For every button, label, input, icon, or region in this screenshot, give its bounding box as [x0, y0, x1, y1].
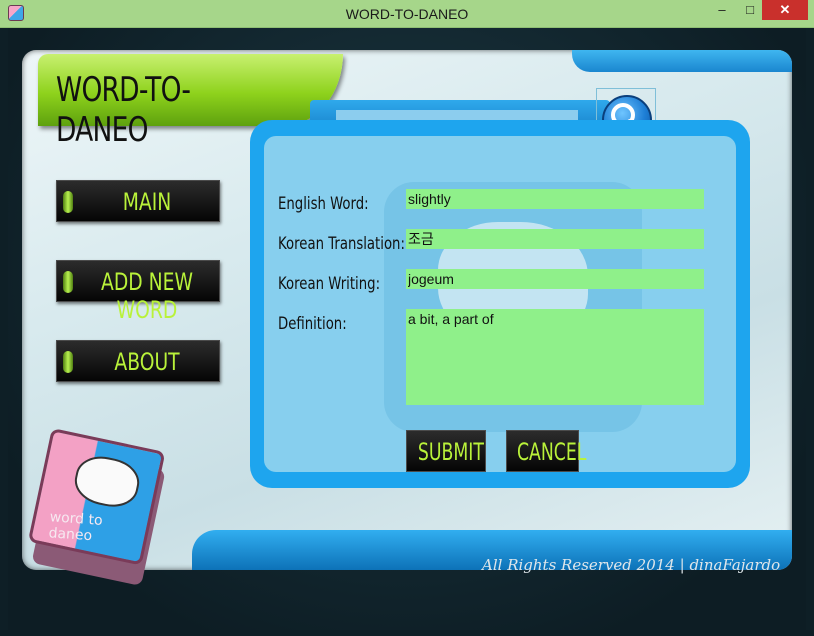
footer-copyright: All Rights Reserved 2014 | dinaFajardo — [482, 556, 781, 574]
submit-button[interactable]: SUBMIT — [406, 430, 486, 472]
korean-writing-field[interactable] — [406, 269, 704, 289]
logo-banner: WORD-TO-DANEO — [38, 54, 343, 150]
logo-text: WORD-TO-DANEO — [56, 70, 191, 150]
nav-about-button[interactable]: ABOUT — [56, 340, 220, 382]
korean-translation-label: Korean Translation: — [278, 234, 405, 254]
led-indicator — [63, 351, 73, 373]
window-titlebar: WORD-TO-DANEO – □ ✕ — [0, 0, 814, 28]
led-indicator — [63, 191, 73, 213]
close-button[interactable]: ✕ — [762, 0, 808, 20]
book-logo-text: word to daneo — [48, 509, 104, 545]
cancel-label: CANCEL — [516, 438, 587, 466]
english-word-label: English Word: — [278, 194, 369, 214]
definition-label: Definition: — [278, 314, 347, 334]
submit-label: SUBMIT — [417, 438, 484, 466]
decorative-stripe-top — [572, 50, 792, 72]
book-cover: word to daneo — [27, 428, 166, 566]
nav-add-new-word-label: ADD NEW WORD — [101, 268, 193, 324]
korean-translation-field[interactable] — [406, 229, 704, 249]
minimize-button[interactable]: – — [708, 0, 736, 20]
nav-about-label: ABOUT — [114, 348, 180, 376]
window-title: WORD-TO-DANEO — [345, 6, 469, 22]
definition-field[interactable]: a bit, a part of — [406, 309, 704, 405]
nav-main-label: MAIN — [122, 188, 172, 216]
korean-writing-label: Korean Writing: — [278, 274, 381, 294]
mascot-face-icon — [70, 451, 144, 512]
nav-add-new-word-button[interactable]: ADD NEW WORD — [56, 260, 220, 324]
nav-main-button[interactable]: MAIN — [56, 180, 220, 222]
english-word-field[interactable] — [406, 189, 704, 209]
maximize-button[interactable]: □ — [736, 0, 764, 20]
led-indicator — [63, 271, 73, 293]
cancel-button[interactable]: CANCEL — [506, 430, 587, 472]
